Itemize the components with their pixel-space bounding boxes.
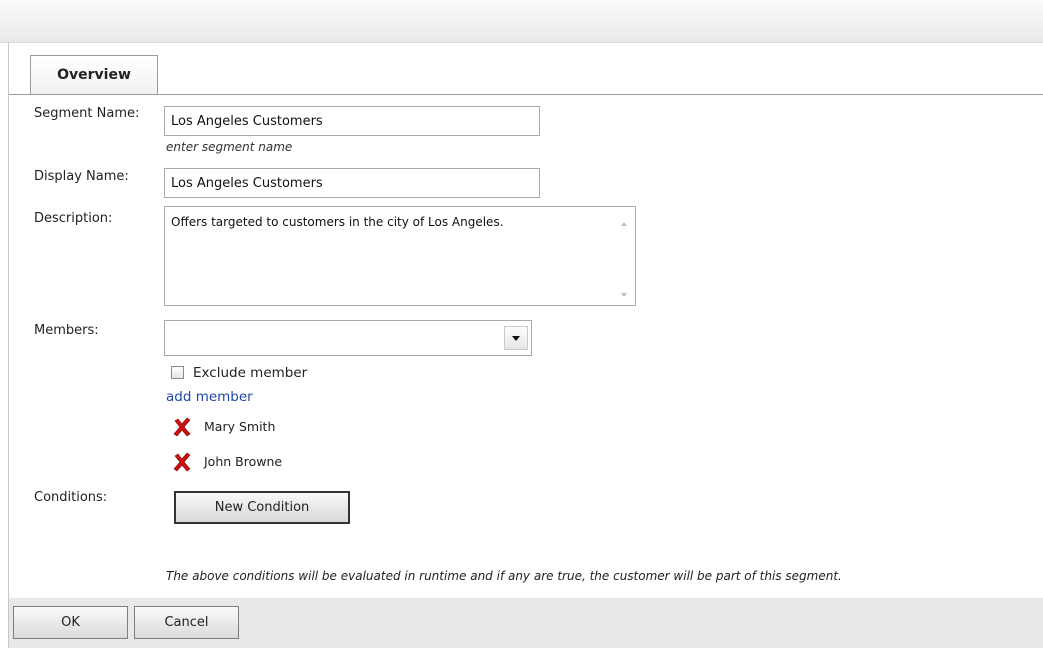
members-select[interactable] (164, 320, 532, 356)
display-name-label: Display Name: (34, 169, 129, 184)
cancel-button[interactable]: Cancel (134, 606, 239, 639)
exclude-member-label[interactable]: Exclude member (193, 365, 307, 381)
scroll-down-arrow-icon[interactable] (621, 293, 627, 297)
scroll-up-arrow-icon[interactable] (621, 222, 627, 226)
members-label: Members: (34, 323, 99, 338)
tab-overview[interactable]: Overview (30, 55, 158, 94)
triangle-down-icon (512, 336, 520, 341)
segment-name-input[interactable]: Los Angeles Customers (164, 106, 540, 136)
description-scrollbar[interactable] (619, 207, 635, 305)
segment-name-label: Segment Name: (34, 106, 140, 121)
member-item-john-browne: John Browne (204, 454, 283, 469)
description-textarea[interactable]: Offers targeted to customers in the city… (164, 206, 636, 306)
ok-button[interactable]: OK (13, 606, 128, 639)
window-header (0, 0, 1043, 43)
members-dropdown-button[interactable] (504, 326, 528, 350)
description-text: Offers targeted to customers in the city… (171, 215, 504, 229)
add-member-link[interactable]: add member (166, 389, 253, 405)
segment-name-hint: enter segment name (166, 140, 293, 154)
conditions-label: Conditions: (34, 490, 108, 505)
conditions-note: The above conditions will be evaluated i… (166, 569, 842, 583)
left-border (8, 42, 9, 648)
exclude-member-checkbox[interactable] (171, 366, 184, 379)
remove-member-john-browne-icon[interactable] (172, 452, 192, 472)
display-name-input[interactable]: Los Angeles Customers (164, 168, 540, 198)
remove-member-mary-smith-icon[interactable] (172, 417, 192, 437)
tab-divider (9, 94, 1043, 95)
member-item-mary-smith: Mary Smith (204, 419, 276, 434)
description-label: Description: (34, 211, 113, 226)
new-condition-button[interactable]: New Condition (174, 491, 350, 524)
